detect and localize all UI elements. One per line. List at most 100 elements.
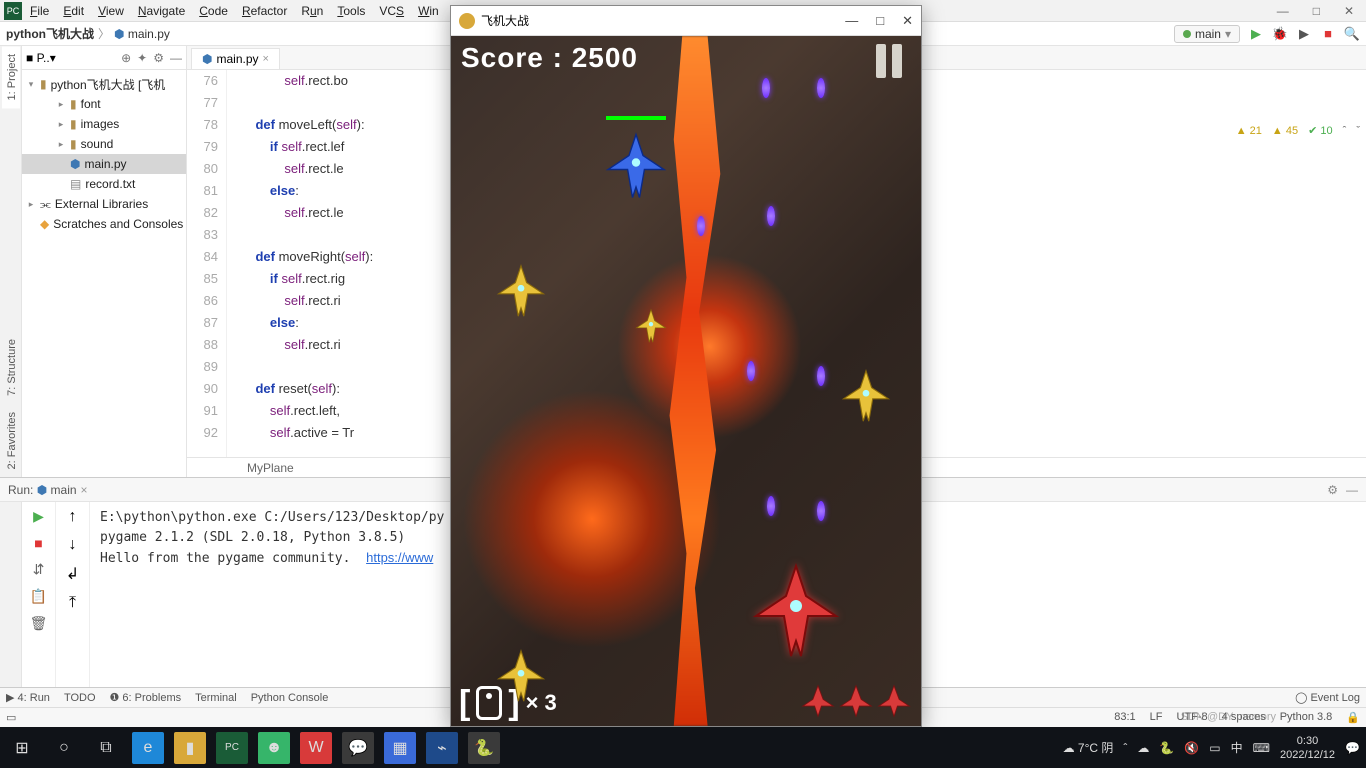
taskbar-wps-icon[interactable]: W <box>300 732 332 764</box>
cortana-icon[interactable]: ○ <box>48 732 80 764</box>
run-settings-icon[interactable]: ⚙ <box>1327 483 1338 497</box>
tree-file-main[interactable]: ⬢ main.py <box>22 154 186 174</box>
taskbar-python-icon[interactable]: 🐍 <box>468 732 500 764</box>
system-tray[interactable]: ☁ 7°C 阴 ˆ ☁ 🐍 🔇 ▭ 中 ⌨ 0:302022/12/12 💬 <box>1063 734 1360 762</box>
hide-icon[interactable]: — <box>170 51 182 65</box>
tray-notifications-icon[interactable]: 💬 <box>1345 741 1360 755</box>
editor-tab-main[interactable]: ⬢main.py × <box>191 48 280 69</box>
life-icon <box>801 684 835 718</box>
ide-maximize-icon[interactable]: □ <box>1313 4 1320 18</box>
game-titlebar[interactable]: 飞机大战 — □ ✕ <box>451 6 921 36</box>
stop-button-icon[interactable]: ■ <box>1320 26 1336 42</box>
watermark: SDN @DY memory <box>1181 711 1276 723</box>
search-everywhere-icon[interactable]: 🔍 <box>1344 26 1360 42</box>
menu-run[interactable]: Run <box>301 4 323 18</box>
tray-clock[interactable]: 0:302022/12/12 <box>1280 734 1335 762</box>
trash-icon[interactable]: 🗑 <box>30 615 48 632</box>
tray-python-icon[interactable]: 🐍 <box>1159 741 1174 755</box>
rerun-icon[interactable]: ▶ <box>33 508 44 525</box>
nav-file[interactable]: main.py <box>128 27 170 41</box>
event-log[interactable]: ◯ Event Log <box>1295 691 1360 704</box>
menu-code[interactable]: Code <box>199 4 228 18</box>
tree-file-record[interactable]: ▤ record.txt <box>22 174 186 194</box>
menu-refactor[interactable]: Refactor <box>242 4 287 18</box>
player-ship <box>746 561 846 661</box>
run-config-name: main <box>51 483 77 497</box>
task-view-icon[interactable]: ⧉ <box>90 732 122 764</box>
pycharm-logo-icon: PC <box>4 2 22 20</box>
bottom-tab-run[interactable]: ▶ 4: Run <box>6 691 50 704</box>
taskbar-vscode-icon[interactable]: ⌁ <box>426 732 458 764</box>
tray-volume-icon[interactable]: 🔇 <box>1184 741 1199 755</box>
menu-navigate[interactable]: Navigate <box>138 4 185 18</box>
pause-button[interactable] <box>869 44 909 82</box>
run-button-icon[interactable]: ▶ <box>1248 26 1264 42</box>
menu-vcs[interactable]: VCS <box>379 4 404 18</box>
game-title: 飞机大战 <box>481 12 529 29</box>
menu-file[interactable]: File <box>30 4 49 18</box>
taskbar-edge-icon[interactable]: e <box>132 732 164 764</box>
tray-onedrive-icon[interactable]: ☁ <box>1137 741 1149 755</box>
tray-keyboard-icon[interactable]: ⌨ <box>1253 741 1270 755</box>
run-controls: ▶ ■ ⇵ 📋 🗑 <box>22 502 56 687</box>
nav-project[interactable]: python飞机大战 <box>6 25 94 42</box>
up-icon[interactable]: ↑ <box>69 508 77 526</box>
stop-run-icon[interactable]: ■ <box>34 535 42 551</box>
game-close-icon[interactable]: ✕ <box>902 13 913 29</box>
taskbar-pycharm-icon[interactable]: PC <box>216 732 248 764</box>
taskbar-wechat-icon[interactable]: 💬 <box>342 732 374 764</box>
tool-tab-favorites[interactable]: 2: Favorites <box>2 404 20 477</box>
run-hide-icon[interactable]: — <box>1346 483 1358 497</box>
tray-battery-icon[interactable]: ▭ <box>1209 741 1220 755</box>
coverage-button-icon[interactable]: ▶ <box>1296 26 1312 42</box>
enemy-bullet <box>762 78 770 98</box>
close-tab-icon[interactable]: × <box>263 53 269 65</box>
game-minimize-icon[interactable]: — <box>845 13 858 29</box>
interpreter[interactable]: Python 3.8 <box>1280 711 1333 724</box>
left-gutter: 1: Project 7: Structure 2: Favorites <box>0 46 22 477</box>
windows-taskbar[interactable]: ⊞ ○ ⧉ e ▮ PC ☻ W 💬 ▦ ⌁ 🐍 ☁ 7°C 阴 ˆ ☁ 🐍 🔇… <box>0 727 1366 768</box>
taskbar-app1-icon[interactable]: ☻ <box>258 732 290 764</box>
ide-close-icon[interactable]: ✕ <box>1344 4 1354 18</box>
wrap-icon[interactable]: ↲ <box>66 564 79 584</box>
down-icon[interactable]: ↓ <box>69 536 77 554</box>
game-maximize-icon[interactable]: □ <box>876 13 884 29</box>
weather-widget[interactable]: ☁ 7°C 阴 <box>1063 739 1114 756</box>
taskbar-app3-icon[interactable]: ▦ <box>384 732 416 764</box>
menu-window[interactable]: Win <box>418 4 439 18</box>
locate-icon[interactable]: ⊕ <box>121 51 131 65</box>
tray-chevron-icon[interactable]: ˆ <box>1123 741 1127 755</box>
game-app-icon <box>459 13 475 29</box>
status-square-icon[interactable]: ▭ <box>6 711 16 724</box>
menu-view[interactable]: View <box>98 4 124 18</box>
lock-icon[interactable]: 🔒 <box>1346 711 1360 724</box>
enemy-bullet <box>817 501 825 521</box>
taskbar-explorer-icon[interactable]: ▮ <box>174 732 206 764</box>
bottom-tab-problems[interactable]: ❶ 6: Problems <box>110 691 182 704</box>
bottom-tab-terminal[interactable]: Terminal <box>195 692 237 704</box>
toggle-icon[interactable]: ⇵ <box>33 561 45 578</box>
game-canvas[interactable]: Score : 2500 [] ×3 <box>451 36 921 726</box>
collapse-icon[interactable]: ⚙ <box>153 51 164 65</box>
scroll-icon[interactable]: ⤒ <box>69 594 76 612</box>
game-window: 飞机大战 — □ ✕ Score : 2500 [] ×3 <box>450 5 922 727</box>
menu-edit[interactable]: Edit <box>63 4 84 18</box>
bottom-tab-todo[interactable]: TODO <box>64 692 96 704</box>
tool-tab-structure[interactable]: 7: Structure <box>2 331 20 404</box>
project-pane: ■ P..▾ ⊕ ✦ ⚙ — ▾▮ python飞机大战 [飞机 ▸▮ font… <box>22 46 187 477</box>
project-tree[interactable]: ▾▮ python飞机大战 [飞机 ▸▮ font ▸▮ images ▸▮ s… <box>22 70 186 238</box>
caret-pos[interactable]: 83:1 <box>1114 711 1135 724</box>
start-button[interactable]: ⊞ <box>6 732 38 764</box>
inspection-widget[interactable]: ▲ 21 ▲ 45 ✔ 10 ˆˇ <box>1236 120 1360 142</box>
run-config-selector[interactable]: main ▾ <box>1174 25 1240 43</box>
tray-ime-icon[interactable]: 中 <box>1231 739 1243 756</box>
debug-button-icon[interactable]: 🐞 <box>1272 26 1288 42</box>
bottom-tab-pyconsole[interactable]: Python Console <box>251 692 329 704</box>
tool-tab-project[interactable]: 1: Project <box>2 46 20 108</box>
ide-minimize-icon[interactable]: — <box>1277 4 1289 18</box>
print-icon[interactable]: 📋 <box>30 588 47 605</box>
line-sep[interactable]: LF <box>1150 711 1163 724</box>
expand-icon[interactable]: ✦ <box>137 51 147 65</box>
enemy-bullet <box>767 206 775 226</box>
menu-tools[interactable]: Tools <box>337 4 365 18</box>
